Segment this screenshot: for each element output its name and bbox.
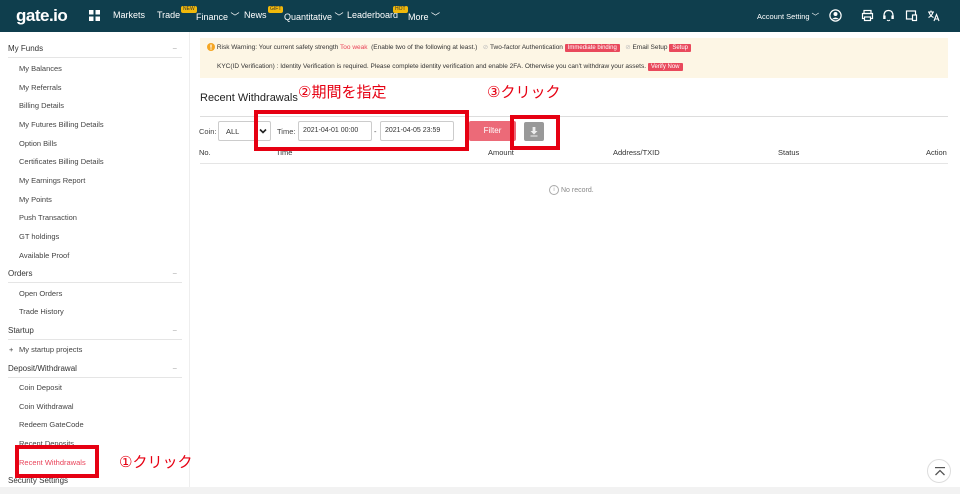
nav-news[interactable]: News GIFT (244, 6, 284, 20)
support-icon[interactable] (882, 9, 895, 22)
sidebar-item-startup-projects[interactable]: My startup projects (19, 345, 82, 354)
sidebar-item-open-orders[interactable]: Open Orders (19, 289, 62, 298)
enable-hint: (Enable two of the following at least.) (371, 44, 478, 51)
section-my-funds[interactable]: My Funds (8, 44, 43, 53)
annotation-step1: ①クリック (119, 453, 193, 471)
divider (8, 339, 182, 340)
annotation-box-step2 (254, 110, 469, 151)
sidebar-item-futures-billing[interactable]: My Futures Billing Details (19, 120, 104, 129)
filter-button[interactable]: Filter (469, 121, 516, 141)
sidebar-item-earnings-report[interactable]: My Earnings Report (19, 176, 85, 185)
risk-warning-text: Risk Warning: Your current safety streng… (216, 44, 339, 51)
warning-icon (207, 43, 215, 52)
section-orders[interactable]: Orders (8, 269, 32, 278)
annotation-step3: ③クリック (487, 83, 561, 101)
divider (8, 282, 182, 283)
nav-markets[interactable]: Markets (113, 10, 145, 20)
bottom-scroll-area (0, 487, 960, 494)
sidebar-item-coin-withdrawal[interactable]: Coin Withdrawal (19, 402, 74, 411)
column-header-status: Status (778, 148, 800, 157)
download-app-icon[interactable] (905, 9, 918, 22)
expand-icon[interactable]: + (9, 345, 13, 354)
back-to-top-button[interactable] (927, 459, 951, 483)
sidebar-item-coin-deposit[interactable]: Coin Deposit (19, 383, 62, 392)
account-setting-menu[interactable]: Account Setting ﹀ (757, 11, 819, 22)
annotation-step2: ②期間を指定 (298, 83, 387, 101)
sidebar-item-gt-holdings[interactable]: GT holdings (19, 232, 59, 241)
annotation-box-step1 (15, 445, 99, 478)
sidebar-item-my-balances[interactable]: My Balances (19, 64, 62, 73)
column-header-action: Action (926, 148, 947, 157)
hot-badge: HOT (393, 6, 408, 13)
collapse-icon[interactable]: − (172, 326, 177, 335)
check-icon: ⊘ (482, 44, 489, 51)
sidebar-item-push-transaction[interactable]: Push Transaction (19, 213, 77, 222)
coin-label: Coin: (199, 127, 217, 136)
info-icon: i (549, 185, 559, 195)
risk-warning-banner: Risk Warning: Your current safety streng… (200, 38, 948, 78)
nav-more[interactable]: More ﹀ (408, 10, 440, 23)
email-setup-button[interactable]: Setup (669, 44, 692, 52)
divider (200, 163, 948, 164)
sidebar-item-available-proof[interactable]: Available Proof (19, 251, 69, 260)
sidebar-item-option-bills[interactable]: Option Bills (19, 139, 57, 148)
new-badge: NEW (181, 6, 197, 13)
divider (8, 57, 182, 58)
twofa-label: Two-factor Authentication (489, 44, 563, 51)
sidebar-item-my-referrals[interactable]: My Referrals (19, 83, 62, 92)
sidebar: My Funds − My Balances My Referrals Bill… (0, 32, 190, 494)
nav-finance[interactable]: Finance ﹀ (196, 10, 240, 23)
nav-trade[interactable]: Trade NEW (157, 6, 197, 20)
gift-badge: GIFT (268, 6, 284, 13)
page-title: Recent Withdrawals (200, 92, 298, 104)
divider (8, 377, 182, 378)
apps-grid-icon[interactable] (89, 10, 100, 21)
sidebar-item-my-points[interactable]: My Points (19, 195, 52, 204)
sidebar-item-redeem-gatecode[interactable]: Redeem GateCode (19, 420, 84, 429)
immediate-binding-button[interactable]: Immediate binding (564, 44, 620, 52)
verify-now-button[interactable]: Verify Now (647, 63, 683, 71)
nav-quantitative[interactable]: Quantitative ﹀ (284, 10, 344, 23)
check-icon: ⊘ (625, 44, 631, 51)
email-setup-label: Email Setup (632, 44, 668, 51)
sidebar-item-trade-history[interactable]: Trade History (19, 307, 64, 316)
nav-leaderboard[interactable]: Leaderboard HOT (347, 6, 408, 20)
coin-select-value: ALL (226, 127, 240, 136)
kyc-row: KYC(ID Verification) : Identity Verifica… (217, 63, 683, 71)
no-record-text: No record. (561, 186, 594, 194)
sidebar-item-billing-details[interactable]: Billing Details (19, 101, 64, 110)
risk-warning-row: Risk Warning: Your current safety streng… (207, 43, 692, 52)
gateio-logo[interactable]: gate.io (16, 6, 68, 26)
column-header-address: Address/TXID (613, 148, 660, 157)
sidebar-item-certificates-billing[interactable]: Certificates Billing Details (19, 157, 104, 166)
section-deposit-withdrawal[interactable]: Deposit/Withdrawal (8, 364, 77, 373)
collapse-icon[interactable]: − (172, 269, 177, 278)
user-avatar-icon[interactable] (829, 9, 842, 22)
empty-state: i No record. (549, 185, 594, 195)
arrow-up-icon (935, 467, 945, 476)
column-header-no: No. (199, 148, 211, 157)
collapse-icon[interactable]: − (172, 364, 177, 373)
kyc-text: KYC(ID Verification) : Identity Verifica… (217, 63, 647, 70)
section-startup[interactable]: Startup (8, 326, 34, 335)
printer-icon[interactable] (861, 9, 874, 22)
annotation-box-step3 (510, 115, 560, 150)
collapse-icon[interactable]: − (172, 44, 177, 53)
language-icon[interactable] (927, 9, 940, 22)
strength-level: Too weak (340, 44, 368, 51)
top-navigation-bar: gate.io Markets Trade NEW Finance ﹀ News… (0, 0, 960, 32)
